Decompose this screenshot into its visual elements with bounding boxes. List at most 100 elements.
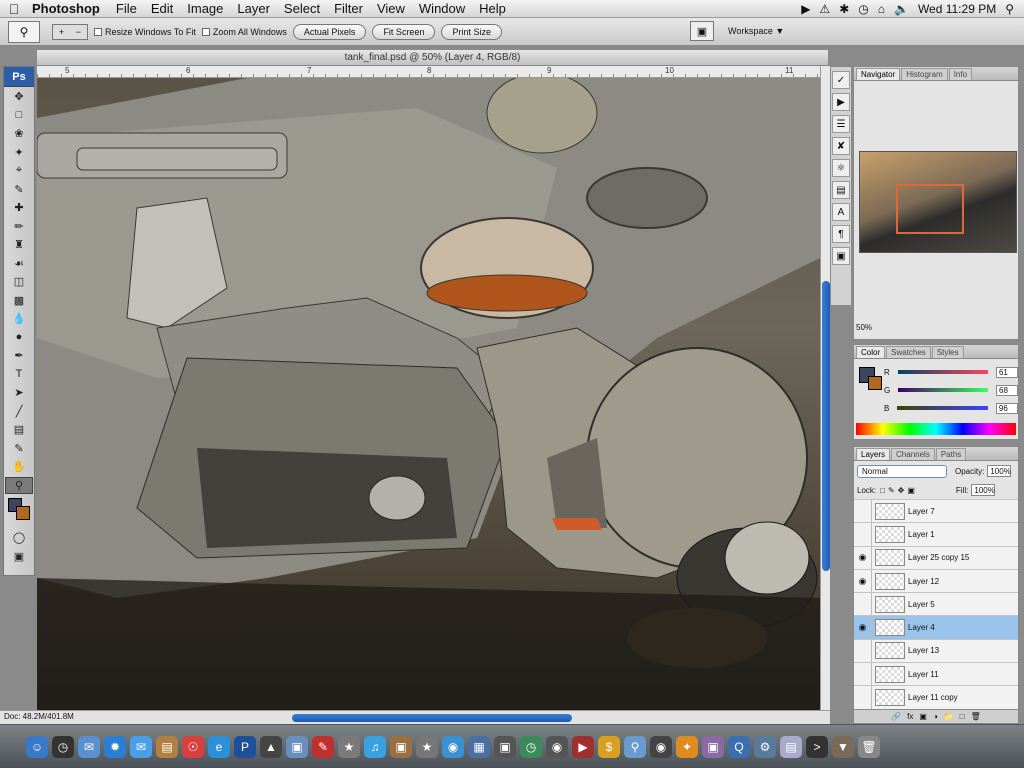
visibility-eye-icon[interactable]	[854, 686, 872, 709]
internet-explorer-icon[interactable]: e	[208, 735, 230, 758]
visibility-eye-icon[interactable]	[854, 593, 872, 616]
spaces-icon[interactable]: ▦	[468, 735, 490, 758]
zoom-out-icon[interactable]: −	[76, 27, 81, 37]
move-tool-icon[interactable]: ✥	[5, 88, 33, 106]
clock[interactable]: Wed 11:29 PM	[918, 2, 996, 16]
fit-screen-button[interactable]: Fit Screen	[372, 23, 436, 40]
tab-paths[interactable]: Paths	[935, 448, 967, 460]
gradient-tool-icon[interactable]: ▩	[5, 292, 33, 310]
spotlight-search-icon[interactable]: ⚲	[1005, 2, 1014, 16]
quicktime-icon[interactable]: Q	[728, 735, 750, 758]
clone-source-icon[interactable]: ⚛	[832, 159, 850, 177]
apple-menu-icon[interactable]: 	[0, 1, 28, 17]
menu-edit[interactable]: Edit	[144, 1, 180, 16]
dodge-tool-icon[interactable]: ●	[5, 329, 33, 347]
ical-icon[interactable]: ☉	[182, 735, 204, 758]
visibility-eye-icon[interactable]	[854, 523, 872, 546]
palette-well-icon[interactable]: ▣	[690, 21, 714, 41]
resize-windows-checkbox[interactable]: Resize Windows To Fit	[94, 27, 196, 37]
layer-row[interactable]: Layer 11	[854, 662, 1018, 686]
dvd-player-icon[interactable]: ◉	[442, 735, 464, 758]
tab-styles[interactable]: Styles	[931, 346, 964, 358]
lasso-tool-icon[interactable]: ❀	[5, 125, 33, 143]
illustrator-icon[interactable]: ▲	[260, 735, 282, 758]
fill-field[interactable]: 100%	[971, 484, 996, 496]
navigator-view-box[interactable]	[896, 184, 964, 234]
blur-tool-icon[interactable]: 💧	[5, 310, 33, 328]
layer-row[interactable]: Layer 1	[854, 522, 1018, 546]
quick-mask-icon[interactable]: ◯	[5, 529, 33, 547]
zoom-tool-preset-icon[interactable]: ⚲	[8, 20, 40, 43]
trash-icon[interactable]: 🗑	[858, 735, 880, 758]
tool-presets-icon[interactable]: ✘	[832, 137, 850, 155]
slice-tool-icon[interactable]: ✎	[5, 181, 33, 199]
pen-tool-icon[interactable]: ✒	[5, 347, 33, 365]
safari-icon[interactable]: ✹	[104, 735, 126, 758]
layer-row[interactable]: Layer 5	[854, 592, 1018, 616]
crop-tool-icon[interactable]: ⌖	[5, 162, 33, 180]
tab-histogram[interactable]: Histogram	[901, 68, 948, 80]
blend-mode-select[interactable]: Normal	[857, 464, 947, 478]
app-menu[interactable]: Photoshop	[28, 1, 109, 16]
clone-stamp-tool-icon[interactable]: ♜	[5, 236, 33, 254]
wifi-icon[interactable]: ⌂	[878, 2, 885, 16]
video-icon[interactable]: ▶	[572, 735, 594, 758]
layer-row[interactable]: Layer 13	[854, 638, 1018, 663]
address-book-icon[interactable]: ▤	[156, 735, 178, 758]
zoom-all-windows-checkbox[interactable]: Zoom All Windows	[201, 27, 287, 37]
menu-file[interactable]: File	[109, 1, 144, 16]
document-size-info[interactable]: Doc: 48.2M/401.8M	[4, 712, 74, 721]
document-stack-icon[interactable]: ▤	[780, 735, 802, 758]
tab-layers[interactable]: Layers	[856, 448, 891, 460]
menu-window[interactable]: Window	[412, 1, 472, 16]
path-selection-tool-icon[interactable]: ➤	[5, 384, 33, 402]
actions-panel-icon[interactable]: ▶	[832, 93, 850, 111]
photoshop-dock-icon[interactable]: P	[234, 735, 256, 758]
actual-pixels-button[interactable]: Actual Pixels	[292, 23, 367, 40]
opacity-field[interactable]: 100%	[987, 465, 1012, 477]
image-capture-icon[interactable]: ▣	[390, 735, 412, 758]
terminal-icon[interactable]: >	[806, 735, 828, 758]
type-tool-icon[interactable]: T	[5, 366, 33, 384]
healing-brush-tool-icon[interactable]: ✚	[5, 199, 33, 217]
expose-icon[interactable]: ▣	[494, 735, 516, 758]
green-value-field[interactable]: 68	[996, 384, 1018, 396]
red-slider[interactable]	[897, 370, 988, 374]
marquee-tool-icon[interactable]: □	[5, 107, 33, 125]
menu-select[interactable]: Select	[277, 1, 327, 16]
volume-icon[interactable]: 🔈	[894, 2, 909, 16]
screen-mode-icon[interactable]: ▣	[5, 548, 33, 566]
downloads-stack-icon[interactable]: ▼	[832, 735, 854, 758]
vertical-scroll-thumb[interactable]	[822, 281, 830, 571]
screen-record-icon[interactable]: ▶	[801, 2, 810, 16]
document-title[interactable]: tank_final.psd @ 50% (Layer 4, RGB/8)	[37, 50, 828, 66]
delete-layer-icon[interactable]: 🗑	[971, 712, 981, 721]
blue-value-field[interactable]: 96	[995, 402, 1018, 414]
brush-tool-icon[interactable]: ✏	[5, 218, 33, 236]
notes-tool-icon[interactable]: ▤	[5, 421, 33, 439]
zoom-tool-icon[interactable]: ⚲	[5, 476, 33, 494]
vertical-scrollbar[interactable]	[820, 66, 830, 710]
layer-row[interactable]: ◉ Layer 4	[854, 615, 1018, 639]
menu-view[interactable]: View	[370, 1, 412, 16]
menu-help[interactable]: Help	[472, 1, 513, 16]
sketch-icon[interactable]: ✎	[312, 735, 334, 758]
mail-icon[interactable]: ✉	[78, 735, 100, 758]
red-value-field[interactable]: 61	[995, 366, 1018, 378]
menu-image[interactable]: Image	[180, 1, 230, 16]
workspace-menu[interactable]: Workspace ▼	[722, 22, 790, 40]
tab-channels[interactable]: Channels	[891, 448, 935, 460]
zoom-in-out-buttons[interactable]: + −	[52, 23, 88, 40]
layer-comps-icon[interactable]: ▤	[832, 181, 850, 199]
tab-color[interactable]: Color	[856, 346, 886, 358]
layer-row[interactable]: ◉ Layer 25 copy 15	[854, 545, 1018, 569]
link-layers-icon[interactable]: 🔗	[891, 712, 901, 721]
document-canvas[interactable]	[37, 78, 820, 710]
tab-navigator[interactable]: Navigator	[856, 68, 901, 80]
camera-icon[interactable]: ◉	[546, 735, 568, 758]
navigator-preview[interactable]	[859, 151, 1017, 253]
history-brush-tool-icon[interactable]: ☙	[5, 255, 33, 273]
visibility-eye-icon[interactable]: ◉	[854, 569, 872, 593]
magic-wand-tool-icon[interactable]: ✦	[5, 144, 33, 162]
visibility-eye-icon[interactable]	[854, 500, 872, 523]
